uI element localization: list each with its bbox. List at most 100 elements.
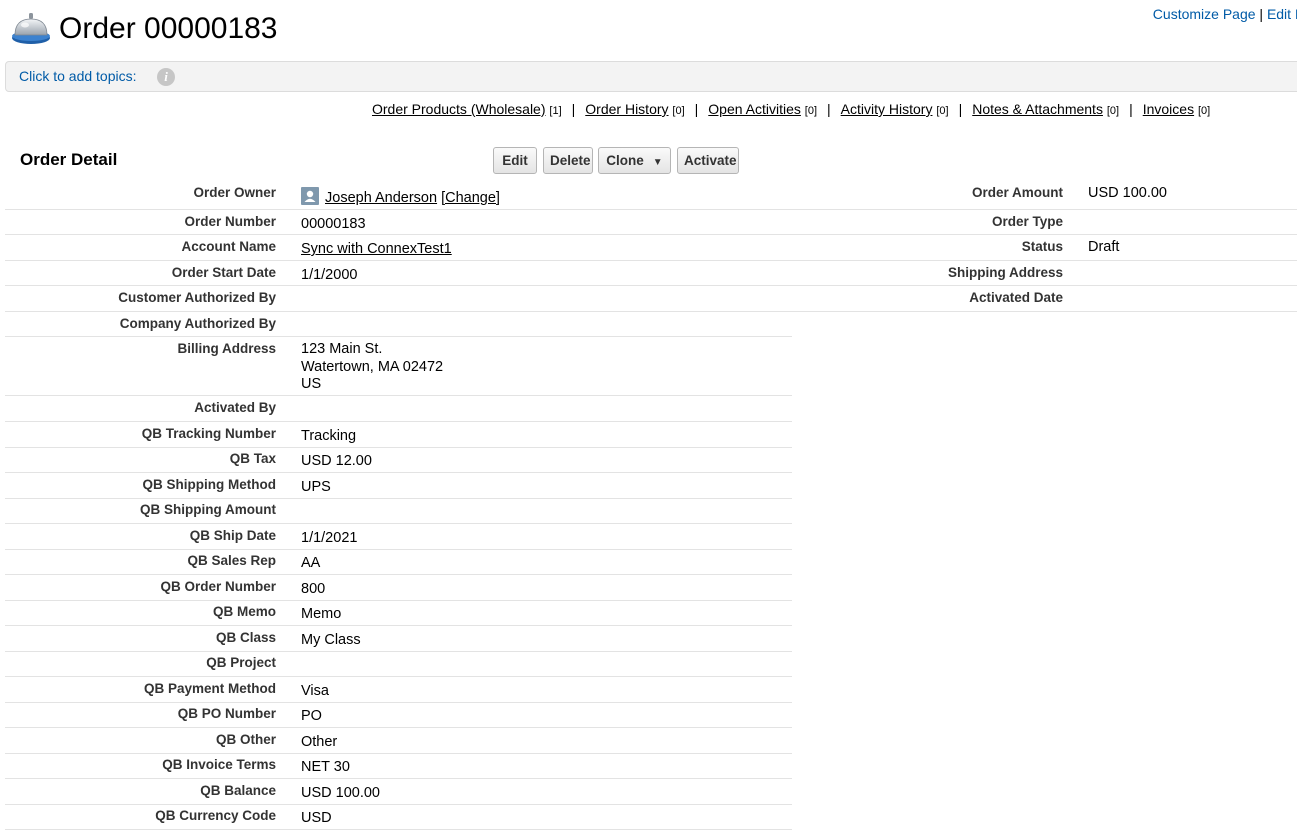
field-label: QB Tracking Number xyxy=(141,425,276,441)
edit-button[interactable]: Edit xyxy=(493,147,537,174)
related-list-separator: | xyxy=(827,101,831,117)
field-label: Billing Address xyxy=(177,341,276,356)
field-value: Draft xyxy=(1088,239,1120,255)
edit-layout-link[interactable]: Edit Layout xyxy=(1267,6,1297,22)
detail-row-qb: QB PO Number PO xyxy=(5,702,792,728)
owner-name-link[interactable]: Joseph Anderson xyxy=(325,190,437,206)
field-label: Account Name xyxy=(181,239,276,254)
field-label: QB Shipping Amount xyxy=(140,502,276,517)
field-label: QB Balance xyxy=(200,782,276,798)
field-label: QB Tax xyxy=(229,451,276,466)
related-list-count: [0] xyxy=(1197,105,1211,117)
change-owner-link[interactable]: [Change] xyxy=(441,190,500,206)
detail-row-billing-address: Billing Address 123 Main St. Watertown, … xyxy=(5,337,792,396)
field-label: QB Class xyxy=(215,629,276,645)
detail-row-left: Order Number 00000183 xyxy=(5,210,1297,235)
detail-row-qb: QB Invoice Terms NET 30 xyxy=(5,753,792,779)
field-label: Order Amount xyxy=(972,185,1063,200)
detail-row-qb: QB Tax USD 12.00 xyxy=(5,447,792,473)
detail-row-qb: QB Other Other xyxy=(5,728,792,754)
field-label: Order Type xyxy=(991,214,1063,229)
field-value: Other xyxy=(301,733,338,750)
field-label: Order Start Date xyxy=(171,265,276,280)
field-label: QB Shipping Method xyxy=(142,476,276,492)
related-list-count: [0] xyxy=(936,105,949,117)
field-value: 800 xyxy=(301,580,326,597)
detail-row-qb: QB Currency Code USD xyxy=(5,804,792,830)
detail-row-qb: QB Class My Class xyxy=(5,626,792,652)
field-label: Company Authorized By xyxy=(119,316,276,331)
field-value: Tracking xyxy=(301,427,357,444)
detail-row-qb: QB Payment Method Visa xyxy=(5,677,792,703)
detail-row-qb: QB Order Number 800 xyxy=(5,575,792,601)
field-label: Order Number xyxy=(184,214,276,229)
order-owner-value: Joseph Anderson [Change] xyxy=(301,187,500,208)
related-list-link[interactable]: Open Activities xyxy=(708,101,801,117)
related-list-link[interactable]: Notes & Attachments xyxy=(972,101,1103,117)
field-value: Visa xyxy=(301,682,329,699)
page-title: Order 00000183 xyxy=(59,12,278,45)
detail-row-qb: QB Project xyxy=(5,651,792,677)
detail-row-qb: QB Balance USD 100.00 xyxy=(5,779,792,805)
top-links: Customize Page | Edit Layout xyxy=(1153,6,1297,22)
billing-line-1: 123 Main St. xyxy=(301,341,383,357)
field-label: Order Owner xyxy=(193,185,276,200)
service-bell-icon xyxy=(12,13,50,44)
field-label: QB Payment Method xyxy=(143,680,276,696)
field-value: 00000183 xyxy=(301,216,366,232)
field-label: QB Memo xyxy=(212,604,276,619)
billing-address-value: 123 Main St. Watertown, MA 02472 US xyxy=(301,341,443,394)
field-label: Status xyxy=(1021,239,1063,254)
related-list-link[interactable]: Order History xyxy=(585,101,668,117)
field-value: Memo xyxy=(301,606,342,622)
field-value: PO xyxy=(301,708,322,724)
detail-row-left: Order Start Date 1/1/2000 xyxy=(5,261,1297,286)
billing-line-3: US xyxy=(301,376,322,392)
field-label: QB Project xyxy=(206,655,276,670)
detail-row-qb: QB Memo Memo xyxy=(5,600,792,626)
detail-row-left: Company Authorized By xyxy=(5,312,792,337)
detail-row-left: Customer Authorized By xyxy=(5,286,1297,312)
add-topics-link[interactable]: Click to add topics: xyxy=(19,68,137,84)
clone-button-label: Clone xyxy=(606,153,644,168)
field-value: USD 100.00 xyxy=(1088,185,1167,201)
field-label: Shipping Address xyxy=(947,265,1063,280)
related-list-links: Order Products (Wholesale) [1] | Order His… xyxy=(372,101,1210,117)
detail-row-qb: QB Shipping Amount xyxy=(5,498,792,524)
top-links-separator: | xyxy=(1259,6,1264,22)
account-name-link[interactable]: Sync with ConnexTest1 xyxy=(301,241,452,257)
field-label: QB Currency Code xyxy=(155,808,276,823)
related-list-link[interactable]: Activity History xyxy=(841,101,933,117)
related-list-separator: | xyxy=(694,101,699,117)
row-divider xyxy=(792,311,1297,312)
related-list-separator: | xyxy=(958,101,963,117)
related-list-count: [1] xyxy=(549,105,562,117)
detail-row-qb: QB Sales Rep AA xyxy=(5,549,792,575)
detail-row-qb: Activated By xyxy=(5,396,792,422)
customize-page-link[interactable]: Customize Page xyxy=(1153,6,1256,22)
field-value: Sync with ConnexTest1 xyxy=(301,241,452,259)
detail-row-qb: QB Shipping Method UPS xyxy=(5,473,792,499)
field-value: My Class xyxy=(301,631,361,648)
field-value: USD 100.00 xyxy=(301,784,380,801)
section-title: Order Detail xyxy=(20,150,118,169)
field-label: Customer Authorized By xyxy=(118,290,276,305)
clone-button[interactable]: Clone ▼ xyxy=(598,147,671,174)
related-list-separator: | xyxy=(1129,101,1133,117)
topics-bar: Click to add topics: i xyxy=(5,61,1297,92)
field-label: Activated By xyxy=(194,400,276,415)
detail-row-qb: QB Tracking Number Tracking xyxy=(5,422,792,448)
delete-button[interactable]: Delete xyxy=(543,147,593,174)
field-value: 1/1/2000 xyxy=(301,267,358,283)
activate-button[interactable]: Activate xyxy=(677,147,739,174)
field-label: Activated Date xyxy=(969,290,1063,305)
related-list-link[interactable]: Order Products (Wholesale) xyxy=(372,101,546,117)
user-avatar-icon xyxy=(301,187,319,205)
field-value: NET 30 xyxy=(301,759,350,775)
field-value: AA xyxy=(301,555,321,571)
info-icon[interactable]: i xyxy=(157,68,175,86)
related-list-count: [0] xyxy=(804,105,818,117)
related-list-count: [0] xyxy=(1106,105,1120,117)
related-list-link[interactable]: Invoices xyxy=(1143,101,1194,117)
field-label: QB Order Number xyxy=(160,578,276,594)
